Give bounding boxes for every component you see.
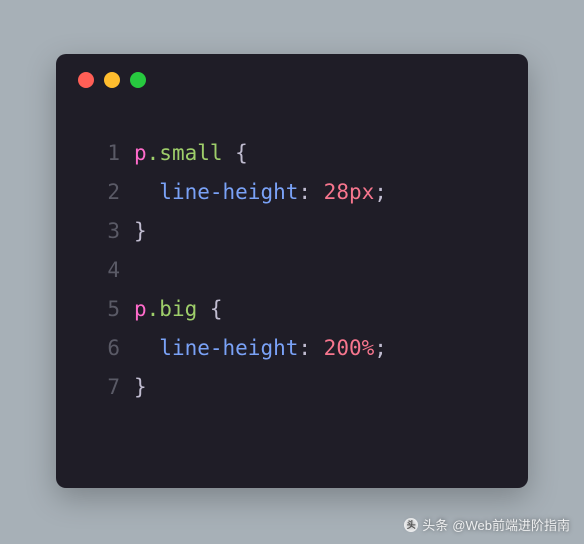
code-line: 7} [86, 368, 498, 407]
code-line: 4 [86, 251, 498, 290]
line-content: p.small { [134, 134, 248, 173]
code-token: line-height [159, 180, 298, 204]
code-window: 1p.small {2 line-height: 28px;3}45p.big … [56, 54, 528, 488]
close-icon [78, 72, 94, 88]
code-token [134, 336, 159, 360]
code-token [223, 141, 236, 165]
code-token: } [134, 219, 147, 243]
line-number: 3 [86, 212, 120, 251]
code-token: p [134, 297, 147, 321]
code-token: .small [147, 141, 223, 165]
code-token: { [235, 141, 248, 165]
code-token: ; [374, 180, 387, 204]
code-token: : [298, 336, 323, 360]
line-number: 5 [86, 290, 120, 329]
code-token: : [298, 180, 323, 204]
line-content: p.big { [134, 290, 223, 329]
code-line: 3} [86, 212, 498, 251]
line-number: 4 [86, 251, 120, 290]
code-token: line-height [159, 336, 298, 360]
code-block: 1p.small {2 line-height: 28px;3}45p.big … [56, 94, 528, 407]
line-number: 6 [86, 329, 120, 368]
window-titlebar [56, 54, 528, 94]
code-token [134, 180, 159, 204]
watermark-icon: 头 [404, 518, 418, 532]
line-number: 7 [86, 368, 120, 407]
code-token: ; [374, 336, 387, 360]
line-number: 1 [86, 134, 120, 173]
code-line: 6 line-height: 200%; [86, 329, 498, 368]
code-token: .big [147, 297, 198, 321]
line-number: 2 [86, 173, 120, 212]
maximize-icon [130, 72, 146, 88]
line-content: line-height: 200%; [134, 329, 387, 368]
code-token: 200% [324, 336, 375, 360]
line-content: } [134, 212, 147, 251]
watermark: 头 头条 @Web前端进阶指南 [404, 515, 570, 534]
code-token: p [134, 141, 147, 165]
code-line: 2 line-height: 28px; [86, 173, 498, 212]
code-line: 1p.small { [86, 134, 498, 173]
code-token: 28px [324, 180, 375, 204]
watermark-text: @Web前端进阶指南 [452, 515, 570, 534]
code-line: 5p.big { [86, 290, 498, 329]
minimize-icon [104, 72, 120, 88]
line-content: line-height: 28px; [134, 173, 387, 212]
line-content: } [134, 368, 147, 407]
code-token: } [134, 375, 147, 399]
code-token [197, 297, 210, 321]
watermark-prefix: 头条 [422, 515, 448, 534]
code-token: { [210, 297, 223, 321]
